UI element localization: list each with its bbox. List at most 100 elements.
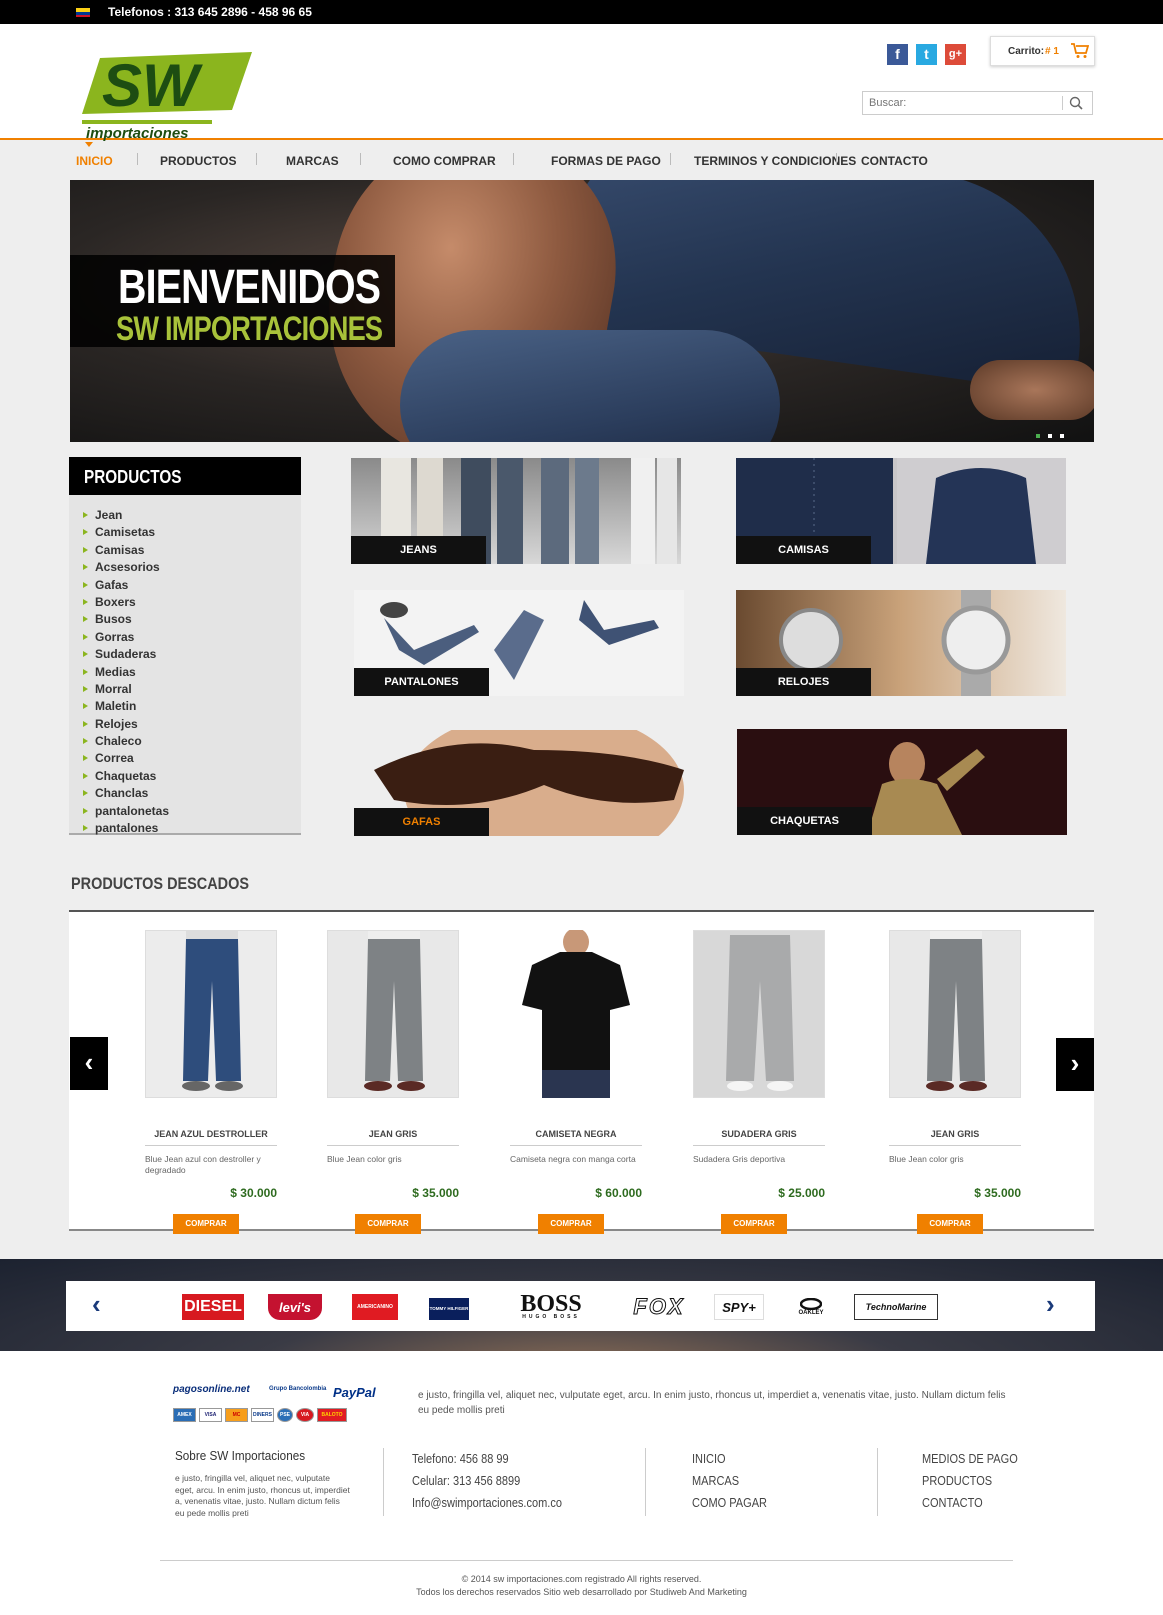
nav-como-comprar[interactable]: COMO COMPRAR bbox=[393, 154, 496, 168]
nav-productos[interactable]: PRODUCTOS bbox=[160, 154, 236, 168]
category-label: RELOJES bbox=[736, 668, 871, 696]
sidebar-item-boxers[interactable]: Boxers bbox=[83, 594, 169, 611]
product-price: $ 60.000 bbox=[595, 1186, 642, 1200]
sidebar-item-chanclas[interactable]: Chanclas bbox=[83, 785, 169, 802]
footer-link-inicio[interactable]: INICIO bbox=[692, 1448, 767, 1470]
sidebar-item-camisas[interactable]: Camisas bbox=[83, 542, 169, 559]
nav-terminos[interactable]: TERMINOS Y CONDICIONES bbox=[694, 154, 856, 168]
brand-spy-logo[interactable]: SPY+ bbox=[714, 1294, 764, 1320]
twitter-icon[interactable]: t bbox=[916, 44, 937, 65]
slider-dot[interactable] bbox=[1048, 434, 1052, 438]
sidebar-item-label: Gorras bbox=[95, 629, 135, 644]
search-icon[interactable] bbox=[1069, 96, 1083, 110]
buy-button[interactable]: COMPRAR bbox=[721, 1214, 787, 1234]
slider-dot[interactable] bbox=[1060, 434, 1064, 438]
hero-slider[interactable]: BIENVENIDOS SW IMPORTACIONES bbox=[70, 180, 1094, 442]
sidebar-item-gafas[interactable]: Gafas bbox=[83, 577, 169, 594]
product-price: $ 25.000 bbox=[778, 1186, 825, 1200]
bullet-arrow-icon bbox=[83, 668, 88, 675]
search-input[interactable] bbox=[869, 95, 1054, 111]
slider-dot[interactable] bbox=[1036, 434, 1040, 438]
product-name[interactable]: JEAN AZUL DESTROLLER bbox=[145, 1129, 277, 1139]
bullet-arrow-icon bbox=[83, 685, 88, 692]
baloto-icon: BALOTO bbox=[317, 1408, 347, 1422]
sidebar-item-jean[interactable]: Jean bbox=[83, 507, 169, 524]
footer-email-link[interactable]: Info@swimportaciones.com.co bbox=[412, 1492, 562, 1514]
product-image[interactable] bbox=[889, 930, 1021, 1098]
cart-widget[interactable]: Carrito: # 1 bbox=[990, 36, 1095, 66]
product-image[interactable] bbox=[693, 930, 825, 1098]
facebook-icon[interactable]: f bbox=[887, 44, 908, 65]
buy-button[interactable]: COMPRAR bbox=[917, 1214, 983, 1234]
footer-link-contacto[interactable]: CONTACTO bbox=[922, 1492, 1018, 1514]
sidebar-item-pantalonetas[interactable]: pantalonetas bbox=[83, 803, 169, 820]
sidebar-item-busos[interactable]: Busos bbox=[83, 611, 169, 628]
paypal-logo: PayPal bbox=[333, 1385, 376, 1400]
bullet-arrow-icon bbox=[83, 529, 88, 536]
category-pantalones[interactable]: PANTALONES bbox=[354, 590, 684, 696]
sidebar-item-acsesorios[interactable]: Acsesorios bbox=[83, 559, 169, 576]
bullet-arrow-icon bbox=[83, 564, 88, 571]
nav-divider bbox=[836, 153, 837, 165]
buy-button[interactable]: COMPRAR bbox=[538, 1214, 604, 1234]
product-name[interactable]: CAMISETA NEGRA bbox=[510, 1129, 642, 1139]
nav-contacto[interactable]: CONTACTO bbox=[861, 154, 928, 168]
brands-next-icon[interactable]: › bbox=[1046, 1289, 1055, 1320]
sidebar-item-chaleco[interactable]: Chaleco bbox=[83, 733, 169, 750]
product-name[interactable]: JEAN GRIS bbox=[327, 1129, 459, 1139]
brand-fox-logo[interactable]: FOX bbox=[624, 1294, 694, 1320]
category-camisas[interactable]: CAMISAS bbox=[736, 458, 1066, 564]
brand-technomarine-logo[interactable]: TechnoMarine bbox=[854, 1294, 938, 1320]
sidebar-item-label: Acsesorios bbox=[95, 560, 160, 575]
bullet-arrow-icon bbox=[83, 546, 88, 553]
brands-prev-icon[interactable]: ‹ bbox=[92, 1289, 101, 1320]
nav-marcas[interactable]: MARCAS bbox=[286, 154, 339, 168]
sidebar-item-sudaderas[interactable]: Sudaderas bbox=[83, 646, 169, 663]
carousel-next-button[interactable]: › bbox=[1056, 1038, 1094, 1091]
brand-oakley-logo[interactable]: OAKLEY bbox=[786, 1294, 836, 1320]
sidebar-item-pantalones[interactable]: pantalones bbox=[83, 820, 169, 837]
product-name[interactable]: SUDADERA GRIS bbox=[693, 1129, 825, 1139]
product-image[interactable] bbox=[327, 930, 459, 1098]
category-chaquetas[interactable]: CHAQUETAS bbox=[737, 729, 1067, 835]
sidebar-item-morral[interactable]: Morral bbox=[83, 681, 169, 698]
shopping-cart-icon[interactable] bbox=[1071, 43, 1089, 59]
category-jeans[interactable]: JEANS bbox=[351, 458, 681, 564]
product-price: $ 35.000 bbox=[974, 1186, 1021, 1200]
buy-button[interactable]: COMPRAR bbox=[355, 1214, 421, 1234]
sw-importaciones-logo[interactable]: SW importaciones bbox=[82, 48, 252, 144]
googleplus-icon[interactable]: g+ bbox=[945, 44, 966, 65]
product-price: $ 30.000 bbox=[230, 1186, 277, 1200]
bullet-arrow-icon bbox=[83, 807, 88, 814]
footer-link-medios-de-pago[interactable]: MEDIOS DE PAGO bbox=[922, 1448, 1018, 1470]
footer-link-marcas[interactable]: MARCAS bbox=[692, 1470, 767, 1492]
footer-link-productos[interactable]: PRODUCTOS bbox=[922, 1470, 1018, 1492]
sidebar-item-relojes[interactable]: Relojes bbox=[83, 716, 169, 733]
carousel-prev-button[interactable]: ‹ bbox=[70, 1037, 108, 1090]
category-label: CHAQUETAS bbox=[737, 807, 872, 835]
brand-americanino-logo[interactable]: AMERICANINO bbox=[352, 1294, 398, 1320]
sidebar-item-correa[interactable]: Correa bbox=[83, 750, 169, 767]
sidebar-item-camisetas[interactable]: Camisetas bbox=[83, 524, 169, 541]
product-image[interactable] bbox=[145, 930, 277, 1098]
category-relojes[interactable]: RELOJES bbox=[736, 590, 1066, 696]
brand-tommy-logo[interactable]: TOMMY HILFIGER bbox=[429, 1294, 469, 1320]
product-name[interactable]: JEAN GRIS bbox=[889, 1129, 1021, 1139]
sidebar-item-gorras[interactable]: Gorras bbox=[83, 629, 169, 646]
footer-link-como-pagar[interactable]: COMO PAGAR bbox=[692, 1492, 767, 1514]
brand-levis-logo[interactable]: levi's bbox=[268, 1294, 322, 1320]
nav-inicio[interactable]: INICIO bbox=[76, 154, 113, 168]
sidebar-item-medias[interactable]: Medias bbox=[83, 664, 169, 681]
brand-boss-logo[interactable]: BOSS HUGO BOSS bbox=[512, 1292, 590, 1320]
brand-diesel-logo[interactable]: DIESEL bbox=[182, 1294, 244, 1320]
sidebar-item-maletin[interactable]: Maletin bbox=[83, 698, 169, 715]
nav-formas-de-pago[interactable]: FORMAS DE PAGO bbox=[551, 154, 661, 168]
brands-strip: ‹ › DIESEL levi's AMERICANINO TOMMY HILF… bbox=[0, 1259, 1163, 1351]
category-gafas[interactable]: GAFAS bbox=[354, 730, 684, 836]
product-description: Blue Jean color gris bbox=[327, 1154, 402, 1164]
logo-text-sw: SW bbox=[102, 52, 203, 119]
buy-button[interactable]: COMPRAR bbox=[173, 1214, 239, 1234]
sidebar-item-chaquetas[interactable]: Chaquetas bbox=[83, 768, 169, 785]
product-image[interactable] bbox=[510, 930, 642, 1098]
nav-divider bbox=[137, 153, 138, 165]
